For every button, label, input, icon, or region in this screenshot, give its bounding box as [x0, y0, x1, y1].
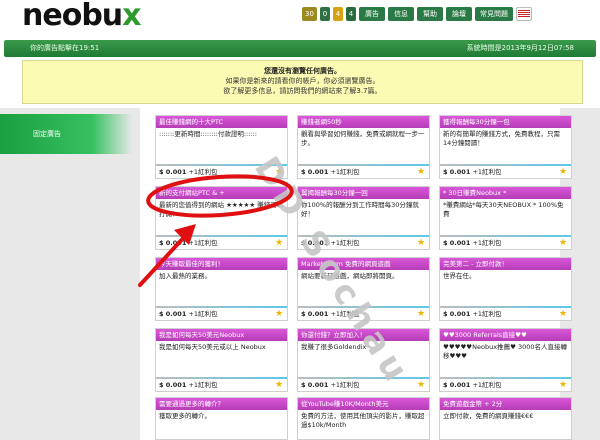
ad-price: $ 0.001: [159, 168, 187, 176]
ad-price: $ 0.001: [301, 310, 329, 318]
ad-description: 我是如何每天50美元或以上 Neobux: [159, 343, 266, 351]
ad-card[interactable]: 免費遊戲金幣 + 2分立即付款，免費的網頁賺錢€€€: [439, 397, 572, 440]
neobux-logo[interactable]: neobux: [22, 0, 142, 33]
ad-bonus: +1紅利包: [472, 239, 502, 247]
badge-1[interactable]: 0: [320, 7, 330, 21]
ad-bonus: +1紅利包: [472, 310, 502, 318]
ad-footer: $ 0.001 +1紅利包: [156, 237, 287, 249]
top-header: neobux 30 0 4 4 廣告 信息 幫助 論壇 常見問題: [0, 0, 600, 33]
system-time: 系統時間是2013年9月12日07:58: [466, 44, 574, 52]
ad-title[interactable]: 需要通過更多的轉介？: [156, 398, 287, 410]
ad-description: 免費的方法，使用其他頂尖的影片，賺取超過$10k/Month: [301, 412, 425, 429]
ad-card[interactable]: * 30日賺費Neobux * *賺費網站*每天30天NEOBUX * 100%免…: [439, 186, 572, 250]
ad-footer: $ 0.001 +1紅利包: [440, 379, 571, 391]
star-icon[interactable]: ★: [275, 239, 284, 248]
ad-price: $ 0.001: [159, 310, 187, 318]
ad-title[interactable]: ♥♥3000 Referrals直接♥♥: [440, 329, 571, 341]
ad-description: 觀看與學習如何賺錢，免費或網就程一步一步。: [301, 130, 425, 147]
top-nav: 30 0 4 4 廣告 信息 幫助 論壇 常見問題: [302, 7, 532, 21]
ad-price: $ 0.001: [159, 239, 187, 247]
ad-bonus: +1紅利包: [188, 381, 218, 389]
notice-line-1: 如果你是新來的請看你的帳戶，你必須瀏覽廣告。: [225, 77, 380, 85]
notice-box: 您還沒有瀏覽任何廣告。 如果你是新來的請看你的帳戶，你必須瀏覽廣告。 欲了解更多…: [22, 60, 583, 104]
ad-card[interactable]: 我是如何每天50美元Neobux 我是如何每天50美元或以上 Neobux $ 0.…: [155, 328, 288, 392]
sidebar-tab-fixed-ads[interactable]: 固定廣告: [0, 114, 132, 154]
us-flag-icon[interactable]: [516, 7, 532, 21]
ad-title[interactable]: 獲得報酬每30分鐘一包: [440, 116, 571, 128]
ad-price: $ 0.001: [301, 168, 329, 176]
ad-footer: $ 0.001 +1紅利包: [156, 308, 287, 320]
ad-card[interactable]: 賺錢者網50秒觀看與學習如何賺錢，免費或網就程一步一步。 $ 0.001 +1紅利…: [297, 115, 430, 179]
badge-3[interactable]: 4: [346, 7, 356, 21]
ad-title[interactable]: 我是如何每天50美元Neobux: [156, 329, 287, 341]
ad-price: $ 0.001: [443, 381, 471, 389]
ad-price: $ 0.001: [443, 168, 471, 176]
ad-card[interactable]: 完美第二 - 立即付款！ 世界在任。 $ 0.001 +1紅利包 ★: [439, 257, 572, 321]
star-icon[interactable]: ★: [275, 310, 284, 319]
ad-price: $ 0.001: [443, 239, 471, 247]
ad-title[interactable]: 最佳賺錢網的十大PTC: [156, 116, 287, 128]
ad-price: $ 0.001: [443, 310, 471, 318]
last-click-time: 你的廣告點擊在19:51: [30, 44, 100, 52]
star-icon[interactable]: ★: [275, 381, 284, 390]
ad-description: ♥♥♥♥♥Neobux推薦♥ 3000名人直接轉移♥♥♥: [443, 343, 568, 360]
nav-forum[interactable]: 論壇: [446, 7, 472, 21]
star-icon[interactable]: ★: [417, 168, 426, 177]
nav-help[interactable]: 幫助: [417, 7, 443, 21]
badge-0[interactable]: 30: [302, 7, 317, 21]
badge-2[interactable]: 4: [333, 7, 343, 21]
ad-description: *賺費網站*每天30天NEOBUX * 100%免費: [443, 201, 564, 218]
ad-title[interactable]: 完美第二 - 立即付款！: [440, 258, 571, 270]
ad-description: 加入最熱的業務。: [159, 272, 211, 280]
ad-footer: $ 0.001 +1紅利包: [156, 379, 287, 391]
ad-footer: $ 0.001 +1紅利包: [298, 166, 429, 178]
nav-ads[interactable]: 廣告: [359, 7, 385, 21]
ad-price: $ 0.001: [159, 381, 187, 389]
ad-card[interactable]: 今天賺取最佳的獲利！ 加入最熱的業務。 $ 0.001 +1紅利包 ★: [155, 257, 288, 321]
ad-card[interactable]: 從YouTube賺10K/Month美元免費的方法，使用其他頂尖的影片，賺取超過…: [297, 397, 430, 440]
notice-title: 您還沒有瀏覽任何廣告。: [264, 67, 341, 75]
star-icon[interactable]: ★: [559, 310, 568, 319]
ad-description: 獲取更多的轉介。: [159, 412, 211, 420]
ad-bonus: +1紅利包: [188, 239, 218, 247]
status-bar: 你的廣告點擊在19:51 系統時間是2013年9月12日07:58: [4, 40, 596, 57]
ad-description: 立即付款，免費的網頁賺錢€€€: [443, 412, 534, 420]
ad-bonus: +1紅利包: [330, 381, 360, 389]
ad-price: $ 0.001: [301, 381, 329, 389]
ad-bonus: +1紅利包: [188, 310, 218, 318]
ad-title[interactable]: * 30日賺費Neobux *: [440, 187, 571, 199]
ad-description: 新的有簡單的賺錢方式，免費教程，只需14分鐘閱讀！: [443, 130, 560, 147]
star-icon[interactable]: ★: [417, 239, 426, 248]
star-icon[interactable]: ★: [559, 381, 568, 390]
star-icon[interactable]: ★: [559, 239, 568, 248]
ad-description: 世界在任。: [443, 272, 476, 280]
ad-bonus: +1紅利包: [330, 168, 360, 176]
ad-bonus: +1紅利包: [472, 381, 502, 389]
ad-title[interactable]: 從YouTube賺10K/Month美元: [298, 398, 429, 410]
nav-faq[interactable]: 常見問題: [475, 7, 513, 21]
star-icon[interactable]: ★: [417, 381, 426, 390]
ad-footer: $ 0.001 +1紅利包: [440, 237, 571, 249]
star-icon[interactable]: ★: [559, 168, 568, 177]
ad-bonus: +1紅利包: [472, 168, 502, 176]
star-icon[interactable]: ★: [417, 310, 426, 319]
ad-bonus: +1紅利包: [188, 168, 218, 176]
ad-footer: $ 0.001 +1紅利包: [298, 379, 429, 391]
ad-card[interactable]: ♥♥3000 Referrals直接♥♥ ♥♥♥♥♥Neobux推薦♥ 3000名…: [439, 328, 572, 392]
ad-footer: $ 0.001 +1紅利包: [440, 166, 571, 178]
logo-text: neobu: [22, 0, 123, 33]
ad-title[interactable]: 賺錢者網50秒: [298, 116, 429, 128]
ad-title[interactable]: 免費遊戲金幣 + 2分: [440, 398, 571, 410]
ad-title[interactable]: 翼揭報酬每30分鐘一回: [298, 187, 429, 199]
logo-x: x: [122, 0, 141, 33]
notice-line-2: 欲了解更多信息，請訪問我們的網站來了解3.7篇。: [223, 87, 382, 95]
ad-footer: $ 0.001 +1紅利包: [440, 308, 571, 320]
nav-messages[interactable]: 信息: [388, 7, 414, 21]
ad-card[interactable]: 需要通過更多的轉介？ 獲取更多的轉介。: [155, 397, 288, 440]
ad-title[interactable]: 今天賺取最佳的獲利！: [156, 258, 287, 270]
ad-card[interactable]: 獲得報酬每30分鐘一包新的有簡單的賺錢方式，免費教程，只需14分鐘閱讀！ $ 0.…: [439, 115, 572, 179]
